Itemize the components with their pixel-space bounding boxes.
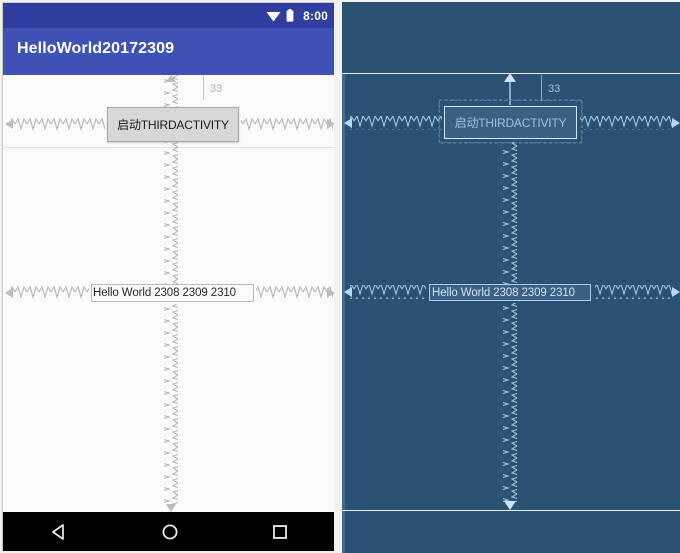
android-navigation-bar	[3, 512, 334, 551]
status-bar-clock: 8:00	[303, 8, 328, 23]
blueprint-textview-label: Hello World 2308 2309 2310	[432, 286, 575, 299]
blueprint-left-edge	[342, 2, 345, 553]
blueprint-margin-label: 33	[548, 83, 561, 95]
blueprint-margin-guide-line	[541, 75, 542, 101]
blueprint-button-widget[interactable]: 启动THIRDACTIVITY	[444, 106, 577, 139]
design-button-label: 启动THIRDACTIVITY	[117, 118, 229, 132]
android-status-bar: 8:00	[3, 3, 334, 28]
design-preview-panel[interactable]: 8:00 HelloWorld20172309 33 启动THIRDACTIVI…	[2, 2, 334, 551]
back-triangle-icon[interactable]	[50, 523, 68, 541]
battery-icon	[286, 9, 294, 22]
blueprint-constraint-overlay	[344, 73, 680, 510]
blueprint-preview-panel[interactable]: 启动THIRDACTIVITY 33 Hello World 2308 2309…	[342, 2, 680, 553]
blueprint-top-guideline	[342, 73, 680, 75]
blueprint-bottom-guideline	[342, 510, 680, 512]
constraint-layout-editor: 8:00 HelloWorld20172309 33 启动THIRDACTIVI…	[0, 0, 680, 553]
panel-divider	[334, 0, 342, 553]
design-textview-label: Hello World 2308 2309 2310	[93, 287, 236, 299]
android-action-bar: HelloWorld20172309	[3, 28, 334, 75]
design-button-widget[interactable]: 启动THIRDACTIVITY	[107, 107, 239, 142]
design-top-guideline	[3, 147, 334, 148]
design-margin-label: 33	[210, 83, 223, 95]
recents-square-icon[interactable]	[272, 524, 288, 540]
blueprint-button-label: 启动THIRDACTIVITY	[454, 116, 567, 130]
action-bar-title: HelloWorld20172309	[17, 40, 175, 57]
status-bar-icon-group: 8:00	[266, 9, 328, 23]
constraint-arrow-icon	[5, 119, 13, 129]
design-margin-guide-line	[203, 75, 204, 100]
blueprint-action-bar-zone	[342, 2, 680, 74]
wifi-icon	[266, 11, 281, 21]
blueprint-textview-widget[interactable]: Hello World 2308 2309 2310	[429, 284, 591, 301]
design-textview-widget[interactable]: Hello World 2308 2309 2310	[91, 284, 254, 302]
home-circle-icon[interactable]	[161, 523, 179, 541]
